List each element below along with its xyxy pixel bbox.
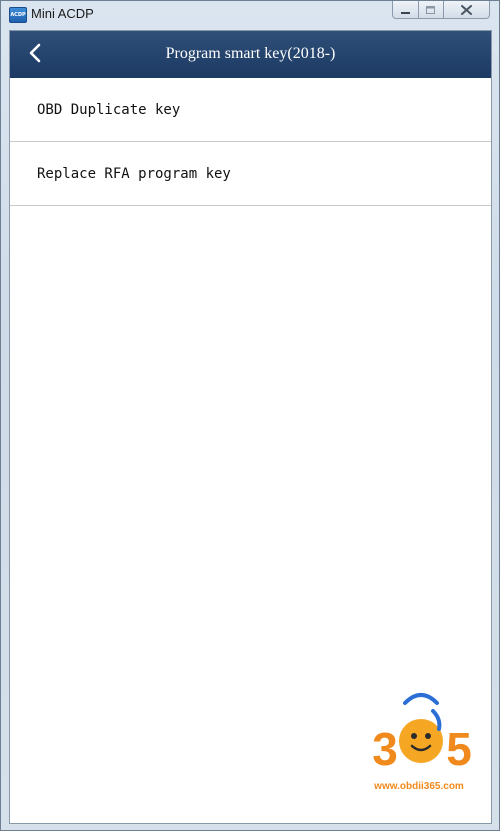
maximize-button[interactable] [418, 1, 444, 19]
obdii365-watermark: 3 5 6 www.obdii365.com [361, 689, 477, 799]
menu-list: OBD Duplicate key Replace RFA program ke… [10, 78, 491, 206]
minimize-icon [400, 0, 411, 19]
watermark-logo: 3 5 6 [372, 693, 472, 775]
page-header: Program smart key(2018-) [10, 31, 491, 78]
app-icon: ACDP [9, 7, 27, 23]
menu-item-label: OBD Duplicate key [37, 101, 181, 118]
page-title: Program smart key(2018-) [165, 45, 336, 62]
window-title: Mini ACDP [31, 6, 94, 21]
window-titlebar[interactable]: ACDP Mini ACDP [1, 1, 499, 29]
watermark-url: www.obdii365.com [374, 781, 464, 792]
menu-item-obd-duplicate-key[interactable]: OBD Duplicate key [10, 78, 491, 142]
watermark-digit-5: 5 [446, 723, 472, 775]
close-button[interactable] [443, 1, 490, 19]
menu-item-replace-rfa-program-key[interactable]: Replace RFA program key [10, 142, 491, 206]
minimize-button[interactable] [392, 1, 419, 19]
maximize-icon [426, 0, 436, 19]
menu-item-label: Replace RFA program key [37, 165, 231, 182]
watermark-digit-3: 3 [372, 723, 398, 775]
app-window: ACDP Mini ACDP Program smart key(2018-) … [0, 0, 500, 831]
close-icon [461, 0, 472, 19]
